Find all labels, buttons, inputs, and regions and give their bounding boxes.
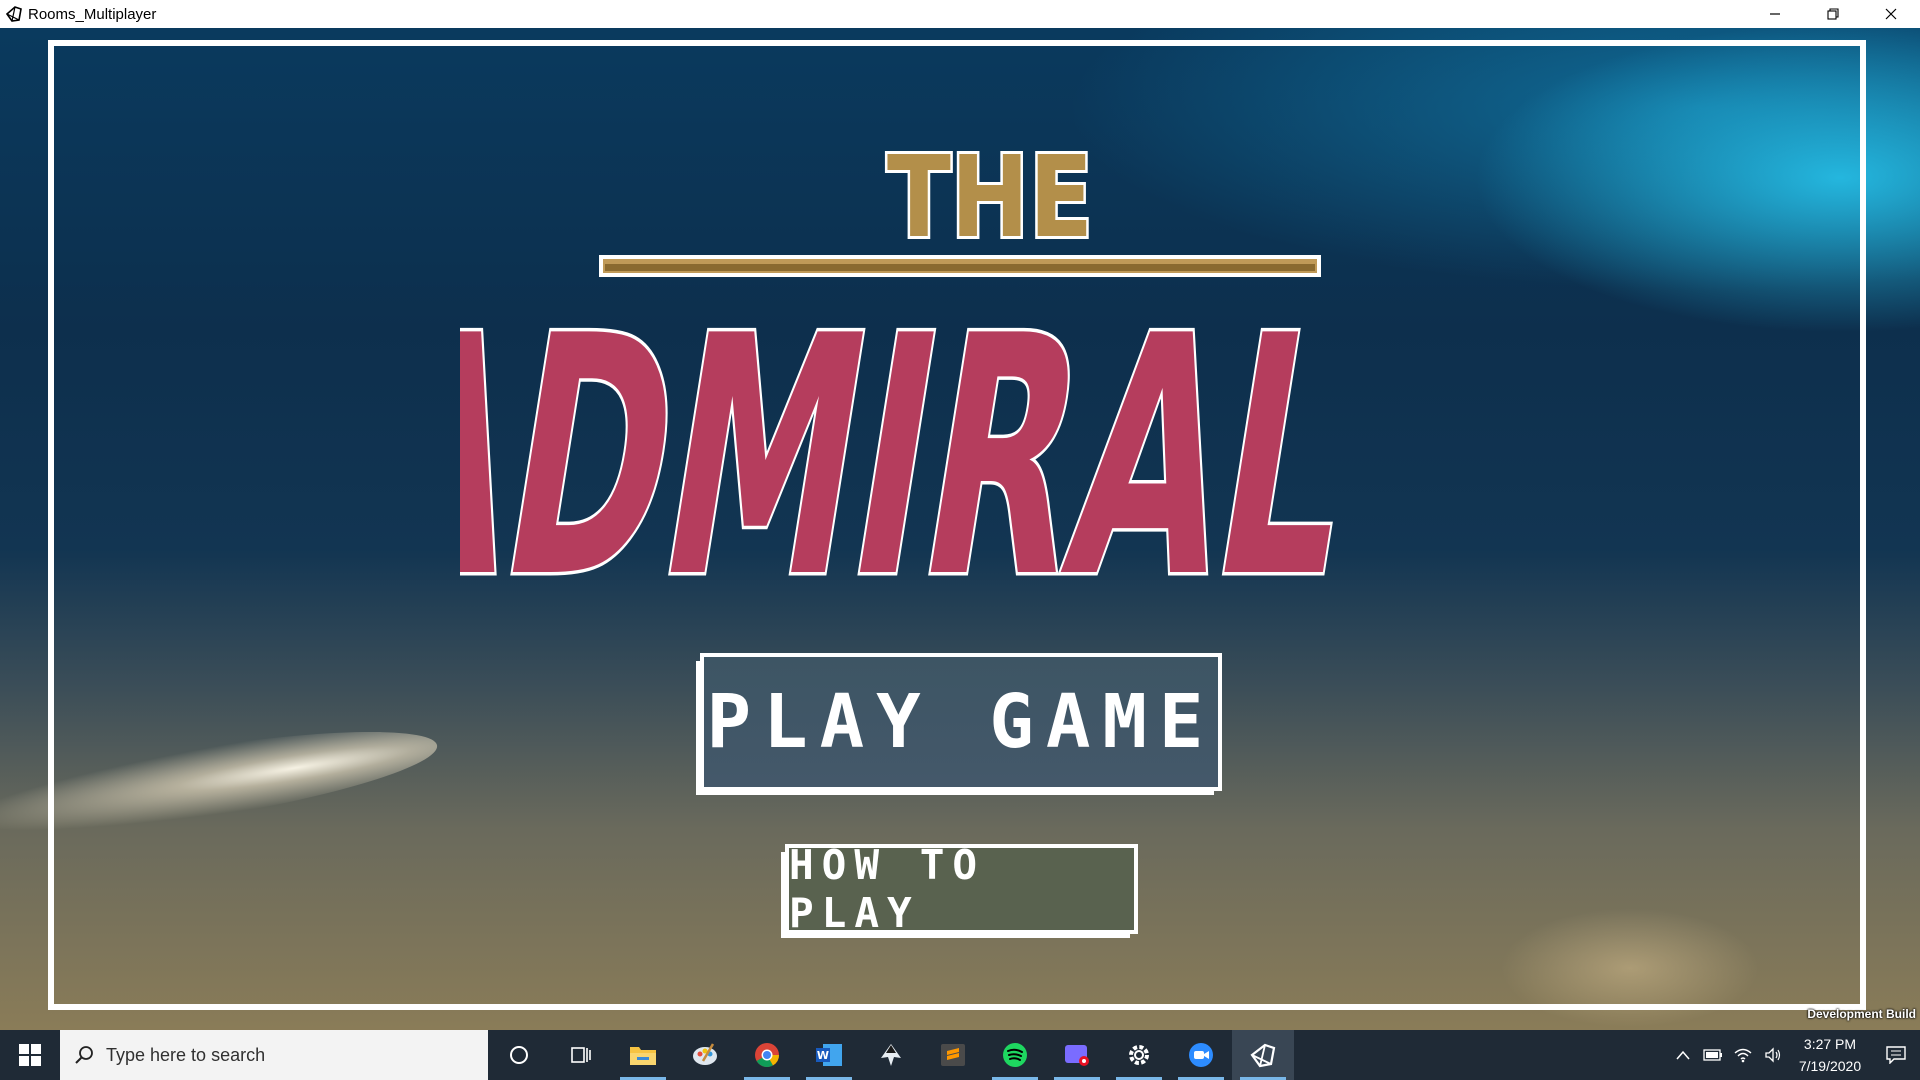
game-logo: THE ADMIRAL: [460, 130, 1380, 618]
search-placeholder: Type here to search: [106, 1044, 266, 1065]
inkscape-icon: [881, 1044, 901, 1066]
window-titlebar: Rooms_Multiplayer: [0, 0, 1920, 28]
windows-icon: [19, 1044, 41, 1066]
chrome-icon: [755, 1043, 779, 1068]
battery-icon: [1703, 1049, 1722, 1061]
spotify-icon: [1003, 1043, 1027, 1067]
wifi-status[interactable]: [1728, 1030, 1758, 1080]
window-title: Rooms_Multiplayer: [28, 5, 157, 23]
development-build-label: Development Build: [1807, 1007, 1916, 1021]
restore-icon: [1827, 8, 1839, 20]
cortana-button[interactable]: [488, 1030, 550, 1080]
game-viewport: THE ADMIRAL PLAY GAME HOW TO PLAY Develo…: [0, 28, 1920, 1030]
restore-button[interactable]: [1804, 0, 1862, 28]
battery-status[interactable]: [1698, 1030, 1728, 1080]
clock-date: 7/19/2020: [1798, 1058, 1862, 1074]
taskbar-app-spotify[interactable]: [984, 1030, 1046, 1080]
logo-top-word: THE: [887, 133, 1093, 263]
window-controls: [1746, 0, 1920, 28]
clock-time: 3:27 PM: [1803, 1036, 1857, 1052]
taskbar-app-paint[interactable]: [674, 1030, 736, 1080]
how-to-play-button[interactable]: HOW TO PLAY: [785, 841, 1138, 937]
start-button[interactable]: [0, 1030, 60, 1080]
taskbar-app-sublime[interactable]: [922, 1030, 984, 1080]
unity-icon: [1250, 1043, 1276, 1068]
volume-control[interactable]: [1758, 1030, 1788, 1080]
search-icon: [75, 1046, 93, 1064]
play-game-label: PLAY GAME: [706, 679, 1216, 765]
settings-icon: [1129, 1045, 1149, 1065]
file-explorer-icon: [630, 1047, 656, 1065]
taskbar-clock[interactable]: 3:27 PM 7/19/2020: [1788, 1033, 1872, 1077]
taskbar-app-chrome[interactable]: [736, 1030, 798, 1080]
minimize-button[interactable]: [1746, 0, 1804, 28]
taskbar-app-inkscape[interactable]: [860, 1030, 922, 1080]
word-icon: W: [816, 1044, 842, 1066]
paint-icon: [693, 1043, 717, 1065]
logo-main-word: ADMIRAL: [460, 267, 1376, 618]
wifi-icon: [1734, 1048, 1752, 1063]
system-tray: 3:27 PM 7/19/2020: [1668, 1030, 1920, 1080]
taskbar-search[interactable]: Type here to search: [60, 1030, 488, 1080]
speaker-icon: [1765, 1047, 1781, 1063]
taskbar-app-game-bar[interactable]: [1046, 1030, 1108, 1080]
taskbar-app-word[interactable]: W: [798, 1030, 860, 1080]
svg-text:W: W: [817, 1049, 829, 1062]
taskbar-app-unity[interactable]: [1232, 1030, 1294, 1080]
action-center-button[interactable]: [1872, 1030, 1920, 1080]
game-bar-icon: [1065, 1045, 1089, 1066]
taskbar-app-file-explorer[interactable]: [612, 1030, 674, 1080]
how-to-play-label: HOW TO PLAY: [789, 841, 986, 937]
cortana-icon: [510, 1046, 528, 1064]
play-game-button[interactable]: PLAY GAME: [700, 653, 1222, 791]
close-icon: [1885, 8, 1897, 20]
unity-icon: [2, 0, 26, 28]
minimize-icon: [1770, 13, 1780, 15]
taskbar-app-zoom[interactable]: [1170, 1030, 1232, 1080]
sublime-text-icon: [941, 1044, 965, 1066]
zoom-icon: [1189, 1043, 1213, 1067]
task-view-button[interactable]: [550, 1030, 612, 1080]
task-view-icon: [571, 1047, 591, 1063]
chevron-up-icon: [1676, 1050, 1690, 1060]
tray-overflow-button[interactable]: [1668, 1030, 1698, 1080]
close-button[interactable]: [1862, 0, 1920, 28]
taskbar-app-settings[interactable]: [1108, 1030, 1170, 1080]
taskbar: Type here to search W 3:27 PM 7/19/2020: [0, 1030, 1920, 1080]
notification-icon: [1886, 1046, 1906, 1064]
